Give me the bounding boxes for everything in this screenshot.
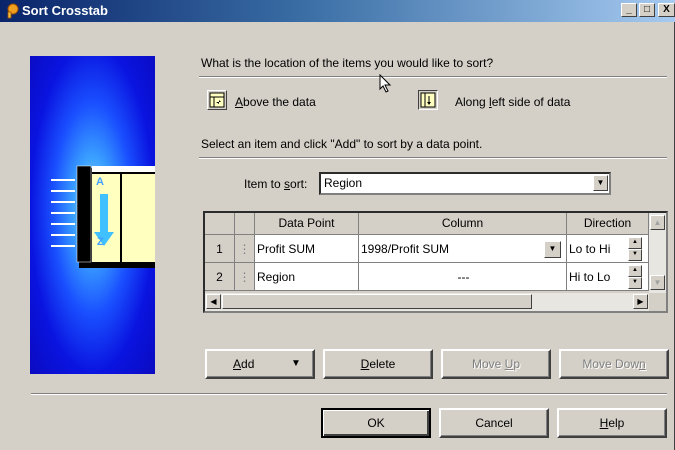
add-dropdown-chevron-icon[interactable]: ▼: [291, 351, 301, 377]
help-button[interactable]: Help: [557, 408, 667, 438]
cell-data-point[interactable]: Profit SUM: [255, 235, 359, 263]
close-button[interactable]: X: [658, 3, 675, 17]
divider: [199, 76, 667, 78]
sort-illustration-panel: [30, 56, 155, 374]
spin-down-icon[interactable]: ▼: [628, 249, 642, 261]
illustration-letter-a: A: [96, 176, 104, 188]
column-dropdown-chevron-icon[interactable]: ▼: [544, 241, 561, 258]
horizontal-scroll-thumb[interactable]: [222, 294, 532, 309]
chevron-down-icon[interactable]: ▼: [593, 175, 608, 191]
above-data-label[interactable]: Above the data: [235, 95, 316, 109]
header-data-point: Data Point: [255, 213, 359, 235]
window-title: Sort Crosstab: [22, 3, 108, 18]
item-to-sort-label: Item to sort:: [244, 177, 308, 191]
item-to-sort-select[interactable]: Region ▼: [319, 172, 611, 195]
above-data-option-button[interactable]: [207, 90, 227, 110]
grid-handle-header: [235, 213, 255, 235]
row-drag-handle[interactable]: ⋮: [235, 263, 255, 291]
maximize-button[interactable]: □: [639, 3, 655, 17]
row-number[interactable]: 2: [205, 263, 235, 291]
scroll-down-icon[interactable]: ▼: [650, 275, 665, 290]
app-icon: [7, 3, 19, 19]
item-to-sort-value: Region: [324, 176, 363, 190]
cell-column-value: 1998/Profit SUM: [361, 242, 450, 256]
cell-column[interactable]: 1998/Profit SUM: [359, 235, 567, 263]
divider: [31, 393, 667, 395]
row-number[interactable]: 1: [205, 235, 235, 263]
move-down-button[interactable]: Move Down: [559, 349, 669, 379]
left-side-option-button[interactable]: [418, 90, 438, 110]
mouse-cursor-icon: [379, 74, 392, 93]
scroll-right-icon[interactable]: ▶: [633, 294, 648, 309]
delete-button[interactable]: Delete: [323, 349, 433, 379]
sort-crosstab-dialog: Sort Crosstab _ □ X A Z What is the loca…: [0, 0, 675, 450]
divider: [199, 157, 667, 159]
row-drag-handle[interactable]: ⋮: [235, 235, 255, 263]
cancel-button[interactable]: Cancel: [439, 408, 549, 438]
above-data-icon: [209, 92, 225, 108]
minimize-button[interactable]: _: [621, 3, 637, 17]
sort-illustration-icon: [51, 165, 155, 268]
spin-up-icon[interactable]: ▲: [628, 237, 642, 249]
cell-column[interactable]: ---: [359, 263, 567, 291]
ok-button[interactable]: OK: [321, 408, 431, 438]
move-up-button[interactable]: Move Up: [441, 349, 551, 379]
location-question: What is the location of the items you wo…: [201, 56, 494, 70]
title-bar[interactable]: Sort Crosstab _ □ X: [0, 0, 675, 22]
add-button[interactable]: Add ▼: [205, 349, 315, 379]
header-direction: Direction: [567, 213, 649, 235]
scroll-left-icon[interactable]: ◀: [206, 294, 221, 309]
cell-data-point[interactable]: Region: [255, 263, 359, 291]
grid-corner: [205, 213, 235, 235]
header-column: Column: [359, 213, 567, 235]
instruction-text: Select an item and click "Add" to sort b…: [201, 137, 483, 151]
sort-grid[interactable]: Data Point Column Direction 1 ⋮ Profit S…: [203, 211, 668, 313]
left-side-label[interactable]: Along left side of data: [455, 95, 570, 109]
scroll-up-icon[interactable]: ▲: [650, 215, 665, 230]
spin-down-icon[interactable]: ▼: [628, 277, 642, 289]
spin-up-icon[interactable]: ▲: [628, 265, 642, 277]
illustration-letter-z: Z: [97, 236, 104, 248]
left-side-icon: [420, 92, 436, 108]
